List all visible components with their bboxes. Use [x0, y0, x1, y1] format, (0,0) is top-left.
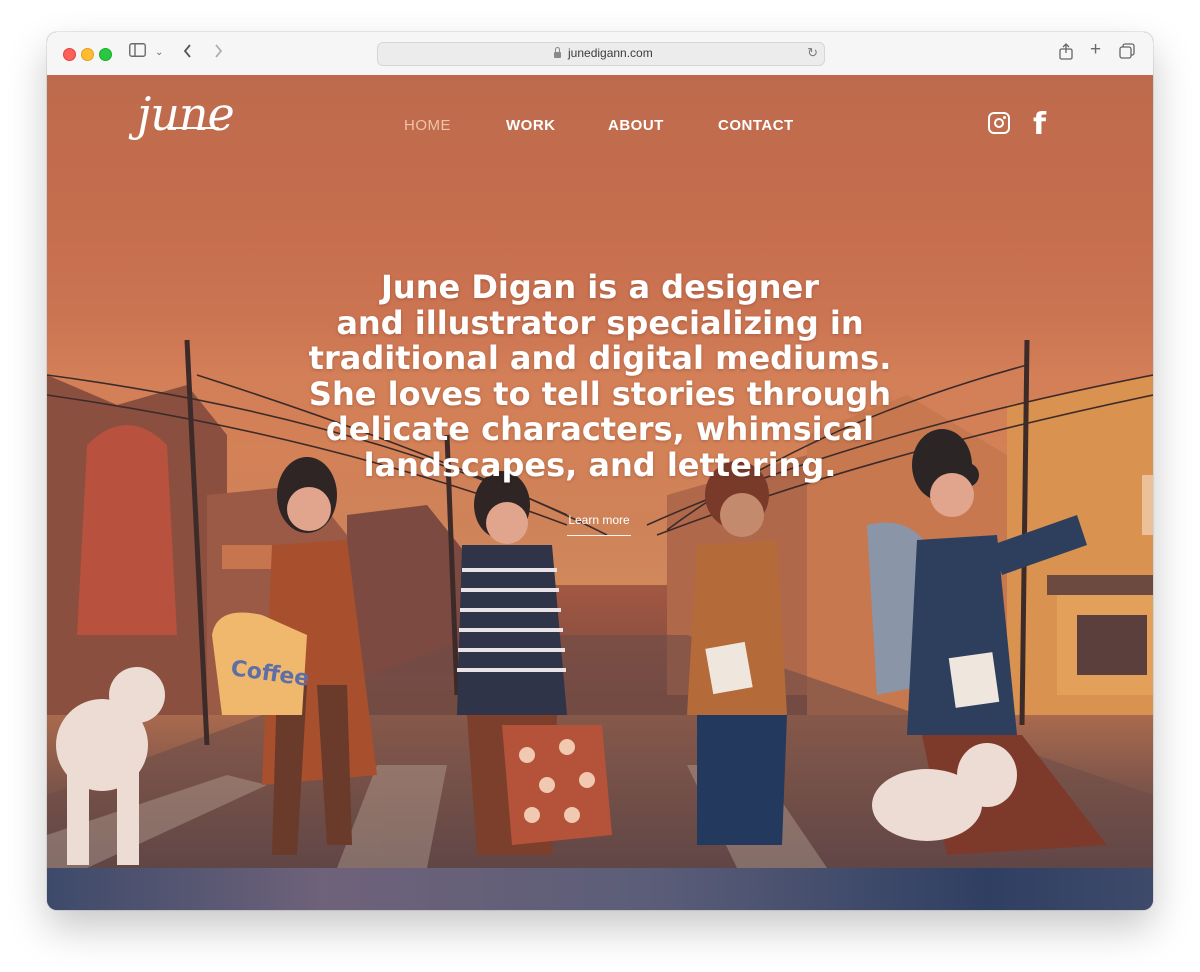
hero-line: landscapes, and lettering.: [363, 445, 837, 484]
hero-headline: June Digan is a designer and illustrator…: [247, 268, 953, 484]
instagram-icon[interactable]: [988, 112, 1010, 134]
learn-more-link[interactable]: Learn more: [567, 513, 631, 536]
reload-icon[interactable]: ↻: [807, 45, 818, 61]
hero-line: and illustrator specializing in: [336, 303, 864, 342]
back-icon[interactable]: [183, 43, 193, 65]
chevron-down-icon[interactable]: ⌄: [155, 43, 163, 63]
footer-band: [47, 868, 1153, 910]
hero-line: June Digan is a designer: [381, 268, 819, 306]
hero-section: Coffee june HOME WORK ABOUT CONTACT f Ju…: [47, 75, 1153, 868]
forward-icon[interactable]: [213, 43, 223, 65]
url-text: junedigann.com: [568, 46, 653, 60]
sidebar-icon[interactable]: [129, 43, 146, 63]
new-tab-icon[interactable]: +: [1090, 40, 1101, 60]
lock-icon: [554, 47, 561, 58]
nav-about[interactable]: ABOUT: [608, 117, 664, 134]
share-icon[interactable]: [1059, 43, 1073, 66]
nav-home[interactable]: HOME: [404, 117, 451, 134]
browser-toolbar: ⌄ junedigann.com ↻ +: [47, 32, 1153, 76]
site-logo[interactable]: june: [137, 87, 235, 141]
minimize-window-button[interactable]: [81, 48, 94, 61]
facebook-icon[interactable]: f: [1033, 107, 1046, 142]
zoom-window-button[interactable]: [99, 48, 112, 61]
nav-work[interactable]: WORK: [506, 117, 556, 134]
address-bar[interactable]: junedigann.com ↻: [377, 42, 825, 66]
close-window-button[interactable]: [63, 48, 76, 61]
hero-line: traditional and digital mediums.: [308, 339, 892, 377]
hero-line: delicate characters, whimsical: [325, 410, 875, 448]
nav-contact[interactable]: CONTACT: [718, 117, 794, 134]
hero-line: She loves to tell stories through: [308, 374, 892, 413]
browser-window: ⌄ junedigann.com ↻ + Coffee june HOME WO…: [47, 32, 1153, 910]
logo-underline: [167, 127, 219, 129]
tabs-overview-icon[interactable]: [1119, 43, 1135, 65]
